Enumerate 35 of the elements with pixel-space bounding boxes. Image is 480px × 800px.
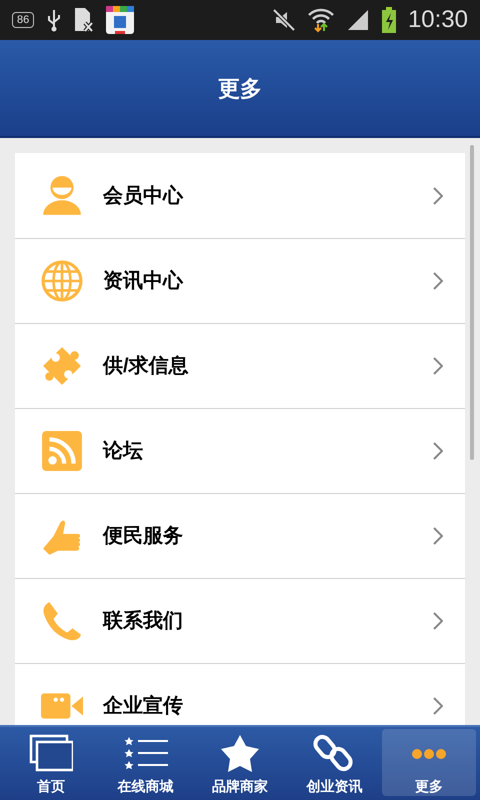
chevron-right-icon — [433, 697, 443, 715]
page-title: 更多 — [218, 74, 262, 102]
menu-item[interactable]: 供/求信息 — [15, 323, 465, 408]
mute-icon — [272, 8, 296, 32]
menu-item[interactable]: 便民服务 — [15, 493, 465, 578]
puzzle-piece-icon — [41, 345, 83, 387]
dots-icon — [410, 748, 447, 760]
tab[interactable]: 更多 — [382, 729, 476, 796]
menu-item[interactable]: 资讯中心 — [15, 238, 465, 323]
person-icon — [41, 174, 83, 216]
tab[interactable]: 在线商城 — [98, 729, 193, 796]
notification-badge: 86 — [12, 12, 34, 28]
tab[interactable]: 首页 — [4, 729, 98, 796]
menu-item[interactable]: 联系我们 — [15, 578, 465, 663]
chevron-right-icon — [433, 186, 443, 204]
wifi-icon — [308, 7, 334, 33]
signal-icon — [346, 8, 370, 32]
windows-icon — [29, 734, 74, 774]
rss-icon — [41, 430, 83, 472]
sim-card-icon — [74, 7, 94, 33]
globe-icon — [41, 260, 83, 302]
chevron-right-icon — [433, 527, 443, 545]
menu-item[interactable]: 论坛 — [15, 408, 465, 493]
chevron-right-icon — [433, 612, 443, 630]
chevron-right-icon — [433, 357, 443, 375]
menu-item[interactable]: 会员中心 — [15, 153, 465, 238]
app-icon — [106, 6, 134, 34]
chevron-right-icon — [433, 272, 443, 290]
clock: 10:30 — [408, 5, 468, 35]
phone-icon — [41, 600, 83, 642]
tab[interactable]: 品牌商家 — [192, 729, 288, 796]
tab[interactable]: 创业资讯 — [287, 729, 382, 796]
battery-icon — [382, 7, 396, 33]
usb-icon — [46, 8, 62, 32]
chevron-right-icon — [433, 442, 443, 460]
